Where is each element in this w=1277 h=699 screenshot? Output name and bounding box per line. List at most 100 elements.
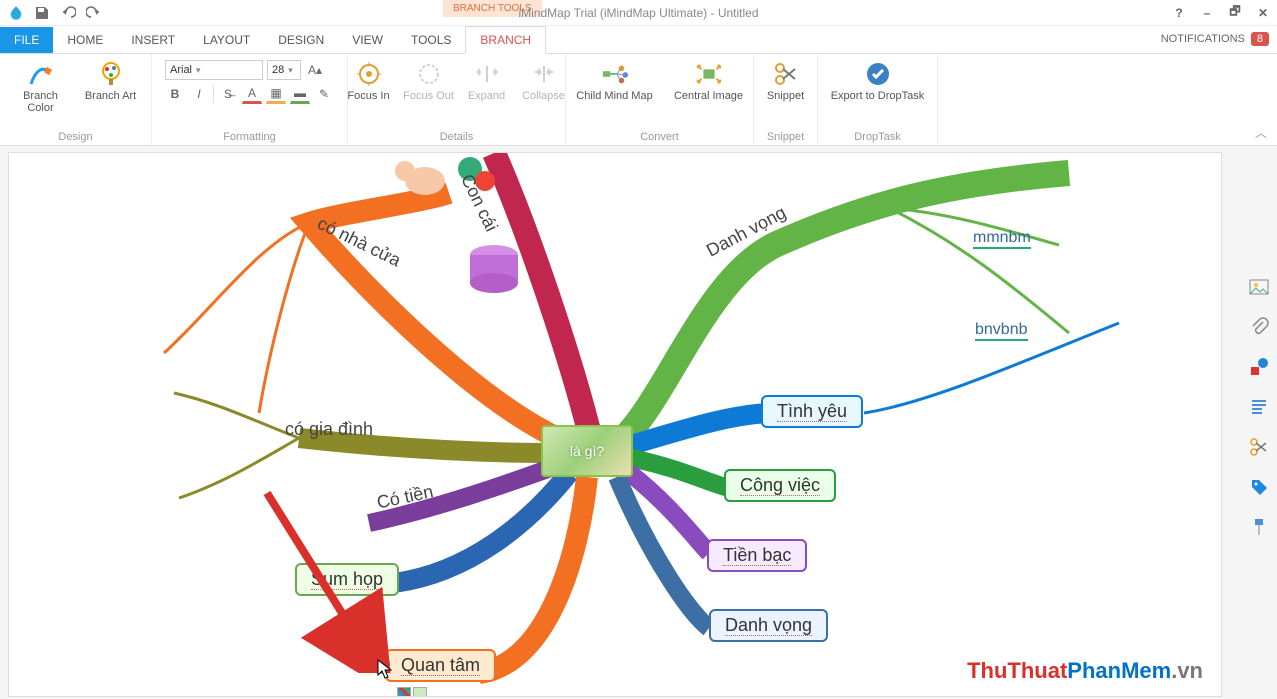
tab-view[interactable]: VIEW <box>338 27 397 53</box>
node-mini-toolbar[interactable] <box>397 687 427 697</box>
expand-button[interactable]: Expand <box>465 58 509 102</box>
app-logo-icon[interactable] <box>6 3 26 23</box>
watermark: ThuThuatPhanMem.vn <box>967 658 1203 684</box>
central-node[interactable]: là gì? <box>541 425 633 477</box>
expand-icon <box>473 60 501 88</box>
node-quan-tam[interactable]: Quan tâm <box>385 649 496 682</box>
ribbon-group-convert-label: Convert <box>640 129 679 143</box>
export-droptask-label: Export to DropTask <box>831 90 925 102</box>
title-bar: BRANCH TOOLS iMindMap Trial (iMindMap Ul… <box>0 0 1277 26</box>
font-name-value: Arial <box>170 64 192 76</box>
ribbon-group-snippet: Snippet Snippet <box>754 54 818 145</box>
format-painter-tool-icon[interactable] <box>1248 516 1270 538</box>
chevron-down-icon: ▾ <box>288 65 293 76</box>
italic-button[interactable]: I <box>189 84 209 104</box>
central-image-button[interactable]: Central Image <box>669 58 749 102</box>
sub-node-bnvbnb[interactable]: bnvbnb <box>975 321 1028 341</box>
annotation-arrow-icon <box>257 483 397 673</box>
node-tinh-yeu[interactable]: Tình yêu <box>761 395 863 428</box>
grow-font-button[interactable]: A▴ <box>305 60 325 80</box>
branch-label-co-gia-dinh[interactable]: có gia đình <box>285 419 373 440</box>
restore-button[interactable]: 🗗 <box>1227 2 1243 23</box>
focus-out-icon <box>415 60 443 88</box>
mindmap-canvas[interactable]: là gì? Con cái có nhà cửa có gia đình Có… <box>8 152 1222 697</box>
tab-tools[interactable]: TOOLS <box>397 27 465 53</box>
window-controls: ? – 🗗 ✕ <box>1171 2 1271 23</box>
child-mind-map-label: Child Mind Map <box>576 90 652 102</box>
font-name-combo[interactable]: Arial▾ <box>165 60 263 80</box>
branch-art-label: Branch Art <box>85 90 136 102</box>
tab-branch[interactable]: BRANCH <box>465 26 546 54</box>
font-color-button[interactable]: A <box>242 84 262 104</box>
export-droptask-button[interactable]: Export to DropTask <box>826 58 930 102</box>
highlight-color-button[interactable]: ▦ <box>266 84 286 104</box>
expand-label: Expand <box>468 90 505 102</box>
help-button[interactable]: ? <box>1171 6 1187 20</box>
close-button[interactable]: ✕ <box>1255 6 1271 20</box>
ribbon-group-droptask: Export to DropTask DropTask <box>818 54 938 145</box>
focus-out-label: Focus Out <box>403 90 454 102</box>
image-tool-icon[interactable] <box>1248 276 1270 298</box>
save-icon[interactable] <box>32 3 52 23</box>
branch-art-icon <box>97 60 125 88</box>
sub-node-mmnbm[interactable]: mmnbm <box>973 229 1031 249</box>
ribbon: Branch Color Branch Art Design Arial▾ 28… <box>0 54 1277 146</box>
ribbon-group-droptask-label: DropTask <box>854 129 900 143</box>
branch-color-button[interactable]: Branch Color <box>11 58 71 114</box>
node-tien-bac[interactable]: Tiền bạc <box>707 539 807 572</box>
snippet-tool-icon[interactable] <box>1248 436 1270 458</box>
central-image-icon <box>695 60 723 88</box>
minimize-button[interactable]: – <box>1199 6 1215 20</box>
tab-layout[interactable]: LAYOUT <box>189 27 264 53</box>
branch-color-icon <box>27 60 55 88</box>
focus-out-button[interactable]: Focus Out <box>403 58 455 102</box>
color-grid-icon[interactable] <box>397 687 411 697</box>
node-cong-viec[interactable]: Công việc <box>724 469 836 502</box>
ribbon-group-design-label: Design <box>58 129 92 143</box>
tab-design[interactable]: DESIGN <box>264 27 338 53</box>
ribbon-group-convert: Child Mind Map Central Image Convert <box>566 54 754 145</box>
attachment-tool-icon[interactable] <box>1248 316 1270 338</box>
strike-button[interactable]: S̶ <box>218 84 238 104</box>
clipart-cylinder-icon <box>464 241 524 301</box>
tab-file[interactable]: FILE <box>0 27 53 53</box>
ribbon-group-details: Focus In Focus Out Expand Collapse Detai… <box>348 54 566 145</box>
focus-in-button[interactable]: Focus In <box>345 58 393 102</box>
collapse-label: Collapse <box>522 90 565 102</box>
quick-access-toolbar <box>0 3 104 23</box>
droptask-icon <box>864 60 892 88</box>
central-node-text: là gì? <box>570 443 604 459</box>
branch-art-button[interactable]: Branch Art <box>81 58 141 102</box>
tab-insert[interactable]: INSERT <box>117 27 189 53</box>
collapse-icon <box>530 60 558 88</box>
child-mind-map-button[interactable]: Child Mind Map <box>571 58 659 102</box>
undo-icon[interactable] <box>58 3 78 23</box>
shapes-tool-icon[interactable] <box>1248 356 1270 378</box>
snippet-button[interactable]: Snippet <box>762 58 810 102</box>
ribbon-group-formatting-label: Formatting <box>223 129 276 143</box>
tag-tool-icon[interactable] <box>1248 476 1270 498</box>
side-toolbar <box>1245 276 1273 538</box>
ribbon-group-details-label: Details <box>440 129 474 143</box>
font-size-combo[interactable]: 28▾ <box>267 60 301 80</box>
workspace: là gì? Con cái có nhà cửa có gia đình Có… <box>0 146 1277 699</box>
notifications-badge: 8 <box>1251 32 1269 46</box>
child-mind-map-icon <box>601 60 629 88</box>
bold-button[interactable]: B <box>165 84 185 104</box>
notifications-area[interactable]: NOTIFICATIONS 8 <box>1161 32 1269 46</box>
collapse-button[interactable]: Collapse <box>519 58 569 102</box>
node-danh-vong[interactable]: Danh vọng <box>709 609 828 642</box>
ribbon-group-snippet-label: Snippet <box>767 129 804 143</box>
ribbon-group-design: Branch Color Branch Art Design <box>0 54 152 145</box>
focus-in-icon <box>355 60 383 88</box>
notes-tool-icon[interactable] <box>1248 396 1270 418</box>
clear-formatting-button[interactable]: ✎ <box>314 84 334 104</box>
ribbon-collapse-button[interactable]: ︿ <box>1255 124 1267 141</box>
fill-color-button[interactable]: ▬ <box>290 84 310 104</box>
snippet-label: Snippet <box>767 90 804 102</box>
redo-icon[interactable] <box>84 3 104 23</box>
central-image-label: Central Image <box>674 90 743 102</box>
tab-home[interactable]: HOME <box>53 27 117 53</box>
focus-in-label: Focus In <box>347 90 389 102</box>
color-swatch-icon[interactable] <box>413 687 427 697</box>
